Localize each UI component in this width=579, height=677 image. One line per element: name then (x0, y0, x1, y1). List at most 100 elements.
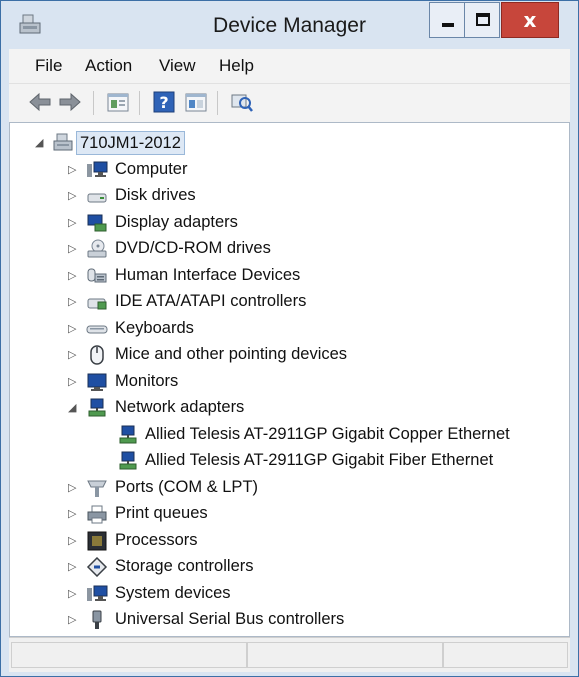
close-button[interactable]: x (501, 2, 559, 38)
port-icon (86, 478, 108, 498)
expand-arrow-icon[interactable]: ▷ (68, 269, 76, 282)
tree-node-label: Display adapters (115, 213, 238, 231)
status-segment (247, 642, 443, 668)
ide-controller-icon (86, 292, 108, 312)
tree-node-label: Processors (115, 531, 198, 549)
back-arrow-icon[interactable] (27, 90, 53, 114)
expand-arrow-icon[interactable]: ▷ (68, 242, 76, 255)
disk-drive-icon (86, 186, 108, 206)
menu-help[interactable]: Help (219, 56, 254, 76)
tree-node-label: Allied Telesis AT-2911GP Gigabit Fiber E… (145, 451, 494, 469)
device-manager-window: Device Manager x File Action View Help ? (0, 0, 579, 677)
scan-hardware-icon[interactable] (229, 90, 255, 114)
minimize-button[interactable] (429, 2, 465, 38)
processor-icon (86, 531, 108, 551)
status-segment (443, 642, 568, 668)
mouse-icon (86, 345, 108, 365)
tree-node-processors[interactable]: ▷ Processors (10, 529, 569, 555)
tree-node-label: IDE ATA/ATAPI controllers (115, 292, 307, 310)
forward-arrow-icon[interactable] (57, 90, 83, 114)
toolbar-separator (93, 91, 94, 115)
properties-icon[interactable] (105, 90, 131, 114)
expand-arrow-icon[interactable]: ▷ (68, 163, 76, 176)
maximize-button[interactable] (464, 2, 500, 38)
tree-node-ide-controllers[interactable]: ▷ IDE ATA/ATAPI controllers (10, 290, 569, 316)
tree-node-network-child[interactable]: Allied Telesis AT-2911GP Gigabit Fiber E… (10, 449, 569, 475)
tree-node-label: Network adapters (115, 398, 245, 416)
menu-bar: File Action View Help (9, 49, 570, 84)
hid-icon (86, 266, 108, 286)
network-adapter-icon (86, 398, 108, 418)
tree-node-ports[interactable]: ▷ Ports (COM & LPT) (10, 476, 569, 502)
printer-icon (86, 504, 108, 524)
tree-node-label: Disk drives (115, 186, 196, 204)
expand-arrow-icon[interactable]: ▷ (68, 348, 76, 361)
tree-node-label: DVD/CD-ROM drives (115, 239, 271, 257)
expand-arrow-icon[interactable]: ▷ (68, 507, 76, 520)
display-adapter-icon (86, 213, 108, 233)
status-segment (11, 642, 247, 668)
menu-file[interactable]: File (35, 56, 62, 76)
expand-arrow-icon[interactable]: ▷ (68, 534, 76, 547)
dvd-drive-icon (86, 239, 108, 259)
tree-node-human-interface-devices[interactable]: ▷ Human Interface Devices (10, 264, 569, 290)
tree-node-label: Ports (COM & LPT) (115, 478, 259, 496)
svg-text:?: ? (159, 93, 168, 112)
collapse-arrow-icon[interactable]: ◢ (35, 136, 43, 149)
expand-arrow-icon[interactable]: ▷ (68, 189, 76, 202)
status-bar (9, 637, 570, 672)
monitor-icon (86, 372, 108, 392)
minimize-icon (442, 23, 454, 27)
tree-node-label: Monitors (115, 372, 179, 390)
tree-node-print-queues[interactable]: ▷ Print queues (10, 502, 569, 528)
tree-node-network-child[interactable]: Allied Telesis AT-2911GP Gigabit Copper … (10, 423, 569, 449)
tree-node-usb-controllers[interactable]: ▷ Universal Serial Bus controllers (10, 608, 569, 634)
tree-node-mice[interactable]: ▷ Mice and other pointing devices (10, 343, 569, 369)
tree-node-label: Computer (115, 160, 188, 178)
expand-arrow-icon[interactable]: ▷ (68, 560, 76, 573)
tree-node-monitors[interactable]: ▷ Monitors (10, 370, 569, 396)
tree-node-keyboards[interactable]: ▷ Keyboards (10, 317, 569, 343)
maximize-icon (476, 13, 490, 26)
network-adapter-icon (117, 425, 139, 445)
tree-node-computer[interactable]: ▷ Computer (10, 158, 569, 184)
help-icon[interactable]: ? (151, 90, 177, 114)
collapse-arrow-icon[interactable]: ◢ (68, 401, 76, 414)
tree-node-disk-drives[interactable]: ▷ Disk drives (10, 184, 569, 210)
toolbar-separator (217, 91, 218, 115)
expand-arrow-icon[interactable]: ▷ (68, 295, 76, 308)
title-bar[interactable]: Device Manager x (1, 1, 578, 49)
tree-node-dvd-drives[interactable]: ▷ DVD/CD-ROM drives (10, 237, 569, 263)
toolbar: ? (9, 84, 570, 123)
tree-node-label: Universal Serial Bus controllers (115, 610, 345, 628)
tree-node-label: System devices (115, 584, 231, 602)
expand-arrow-icon[interactable]: ▷ (68, 481, 76, 494)
computer-icon (86, 160, 108, 180)
keyboard-icon (86, 319, 108, 339)
expand-arrow-icon[interactable]: ▷ (68, 613, 76, 626)
network-adapter-icon (117, 451, 139, 471)
toggle-view-icon[interactable] (183, 90, 209, 114)
computer-host-icon (52, 133, 74, 153)
storage-controller-icon (86, 556, 108, 578)
tree-node-network-adapters[interactable]: ◢ Network adapters (10, 396, 569, 422)
tree-node-label: Allied Telesis AT-2911GP Gigabit Copper … (145, 425, 510, 443)
toolbar-separator (139, 91, 140, 115)
device-tree[interactable]: ◢ 710JM1-2012 ▷ Computer ▷ Disk drives ▷… (9, 122, 570, 637)
menu-action[interactable]: Action (85, 56, 132, 76)
tree-node-storage-controllers[interactable]: ▷ Storage controllers (10, 555, 569, 581)
tree-node-system-devices[interactable]: ▷ System devices (10, 582, 569, 608)
tree-node-label: Human Interface Devices (115, 266, 301, 284)
tree-node-display-adapters[interactable]: ▷ Display adapters (10, 211, 569, 237)
tree-node-label: Mice and other pointing devices (115, 345, 348, 363)
expand-arrow-icon[interactable]: ▷ (68, 322, 76, 335)
menu-view[interactable]: View (159, 56, 196, 76)
expand-arrow-icon[interactable]: ▷ (68, 587, 76, 600)
tree-root-node[interactable]: ◢ 710JM1-2012 (10, 131, 569, 157)
tree-node-label: Keyboards (115, 319, 194, 337)
usb-icon (86, 610, 108, 630)
tree-node-label: Storage controllers (115, 557, 254, 575)
expand-arrow-icon[interactable]: ▷ (68, 216, 76, 229)
tree-node-label: Print queues (115, 504, 208, 522)
expand-arrow-icon[interactable]: ▷ (68, 375, 76, 388)
